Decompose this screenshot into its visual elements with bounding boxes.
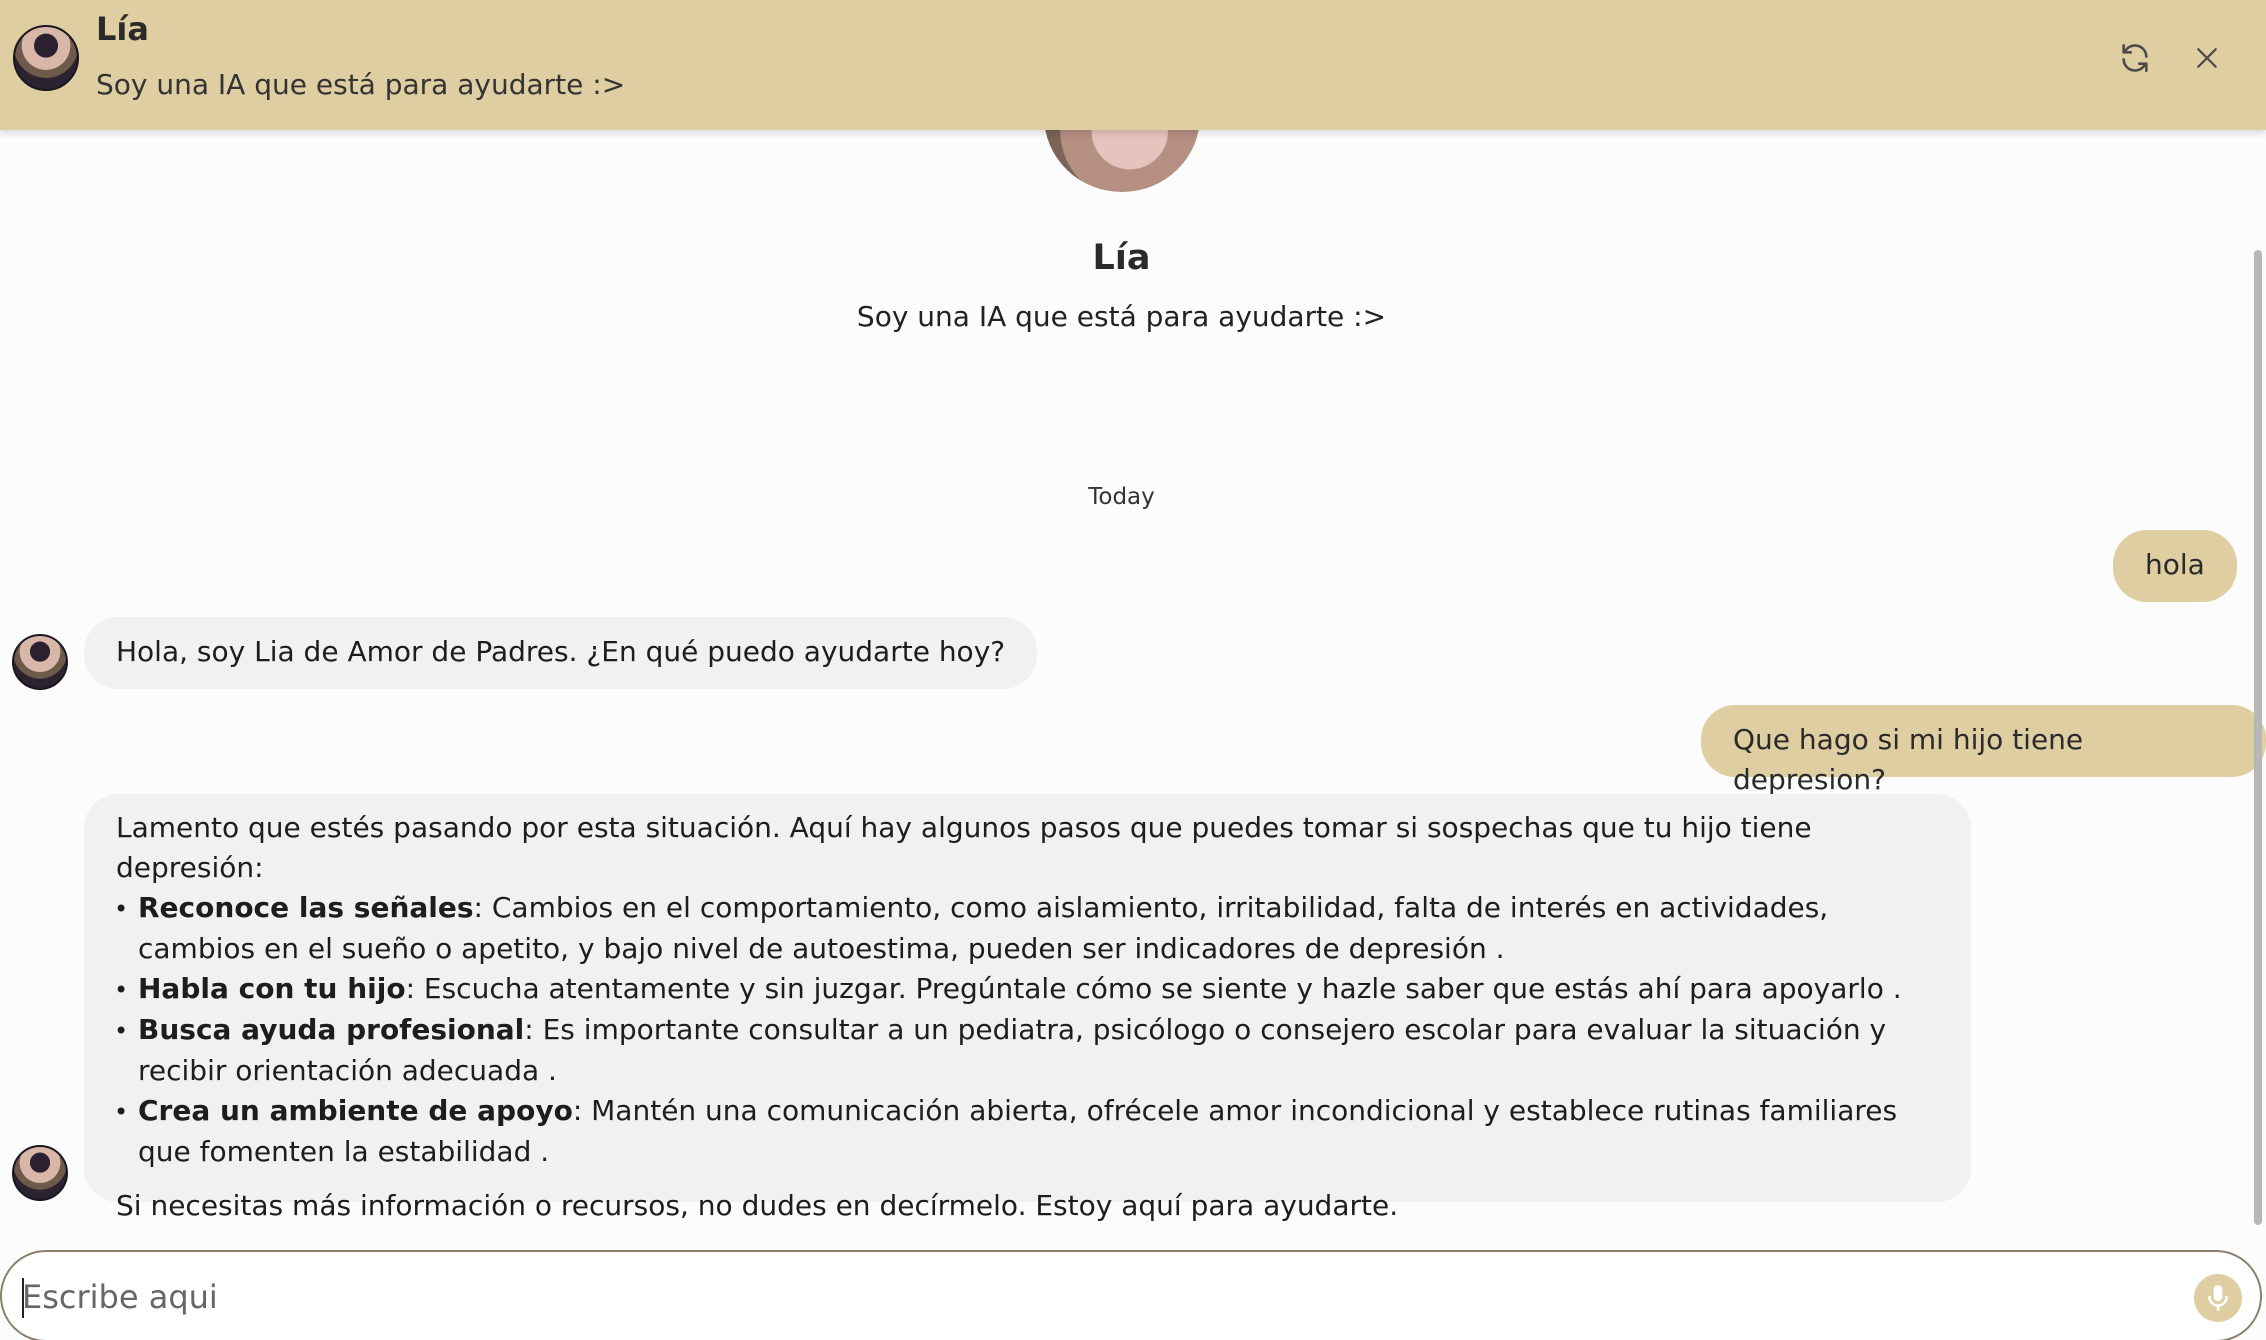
bot-message-outro: Si necesitas más información o recursos,… [116,1189,1399,1222]
user-message: Que hago si mi hijo tiene depresion? [1701,705,2266,796]
list-item-title: Crea un ambiente de apoyo [138,1094,573,1127]
user-message: hola [2113,530,2237,602]
list-item: • Habla con tu hijo: Escucha atentamente … [100,969,1939,1010]
scrollbar[interactable] [2254,250,2262,1225]
bullet: • [114,976,129,1004]
list-item: • Busca ayuda profesional: Es importante … [100,1010,1939,1091]
list-item-title: Busca ayuda profesional [138,1013,525,1046]
header-subtitle: Soy una IA que está para ayudarte :> [96,68,626,101]
chat-header: Lía Soy una IA que está para ayudarte :> [0,0,2266,130]
bot-avatar [12,1145,68,1201]
advice-list: • Reconoce las señales: Cambios en el com… [100,888,1939,1172]
list-item-title: Habla con tu hijo [138,972,406,1005]
microphone-icon [2208,1285,2228,1311]
bullet: • [114,895,129,923]
profile-description: Soy una IA que está para ayudarte :> [856,300,1387,333]
microphone-button[interactable] [2194,1274,2242,1322]
chat-window: Lía Soy una IA que está para ayudarte :>… [0,0,2266,1340]
bullet: • [114,1017,129,1045]
refresh-icon [2122,43,2148,73]
bot-message: Hola, soy Lia de Amor de Padres. ¿En qué… [84,617,1038,689]
bot-avatar [12,634,68,690]
profile-name: Lía [1092,238,1151,278]
header-title: Lía [96,10,149,48]
bot-message: Lamento que estés pasando por esta situa… [84,794,1971,1222]
list-item: • Reconoce las señales: Cambios en el com… [100,888,1939,969]
text-cursor [22,1278,24,1318]
list-item-text: : Escucha atentamente y sin juzgar. Preg… [405,972,1902,1005]
date-separator: Today [1088,484,1155,510]
bot-message-intro: Lamento que estés pasando por esta situa… [116,811,1812,884]
close-icon [2197,48,2217,68]
bullet: • [114,1098,129,1126]
message-input[interactable] [22,1272,2172,1322]
close-button[interactable] [2185,36,2229,80]
refresh-button[interactable] [2113,36,2157,80]
header-avatar [13,25,79,91]
list-item-title: Reconoce las señales [138,891,474,924]
list-item: • Crea un ambiente de apoyo: Mantén una c… [100,1091,1939,1172]
message-composer [0,1250,2262,1340]
